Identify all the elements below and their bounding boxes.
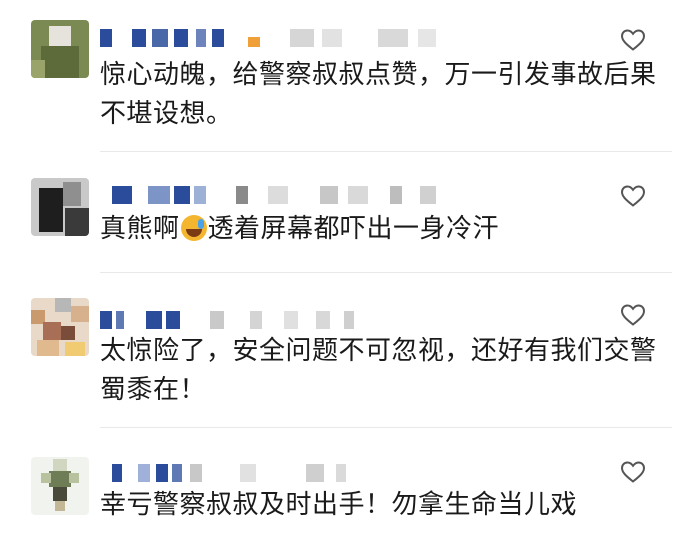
like-heart-icon[interactable]	[620, 28, 646, 52]
like-heart-icon[interactable]	[620, 460, 646, 484]
like-heart-icon[interactable]	[620, 184, 646, 208]
comment-text: 幸亏警察叔叔及时出手！勿拿生命当儿戏	[100, 490, 578, 520]
comment-text-part: 透着屏幕都吓出一身冷汗	[207, 214, 500, 244]
comment-text: 真熊啊 透着屏幕都吓出一身冷汗	[100, 210, 660, 249]
avatar[interactable]	[31, 20, 89, 78]
like-heart-icon[interactable]	[620, 303, 646, 327]
username-redacted[interactable]	[100, 464, 600, 482]
divider	[100, 151, 672, 152]
username-redacted[interactable]	[100, 29, 600, 47]
divider	[100, 427, 672, 428]
avatar[interactable]	[31, 457, 89, 515]
divider	[100, 272, 672, 273]
username-redacted[interactable]	[100, 186, 600, 204]
crying-laughing-emoji-icon	[180, 215, 207, 241]
comment-text-part: 真熊啊	[100, 214, 180, 244]
username-redacted[interactable]	[100, 311, 600, 329]
comment-text: 太惊险了，安全问题不可忽视，还好有我们交警蜀黍在！	[100, 336, 657, 405]
comment-text: 惊心动魄，给警察叔叔点赞，万一引发事故后果不堪设想。	[100, 60, 657, 129]
avatar[interactable]	[31, 178, 89, 236]
avatar[interactable]	[31, 298, 89, 356]
